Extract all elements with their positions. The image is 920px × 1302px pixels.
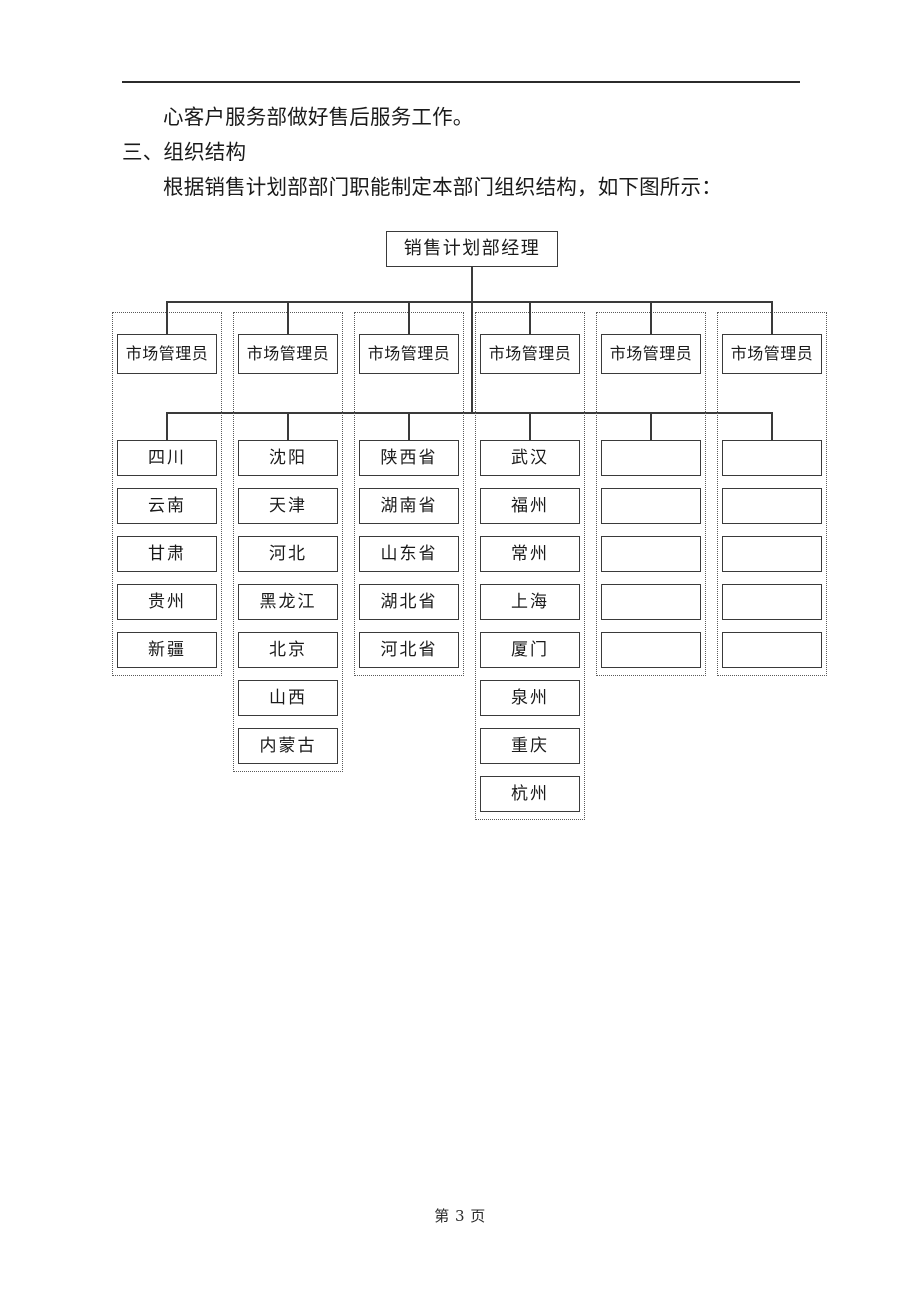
org-node-region-5-5[interactable]: [601, 632, 701, 668]
connector-drop-leaf-4: [529, 412, 531, 440]
org-node-manager-1[interactable]: 市场管理员: [117, 334, 217, 374]
org-node-region-6-2[interactable]: [722, 488, 822, 524]
connector-drop-manager-5: [650, 301, 652, 334]
org-node-region-3-1[interactable]: 陕西省: [359, 440, 459, 476]
connector-bus-level1: [167, 301, 772, 303]
org-node-root[interactable]: 销售计划部经理: [386, 231, 558, 267]
org-node-region-6-4[interactable]: [722, 584, 822, 620]
org-node-region-2-5[interactable]: 北京: [238, 632, 338, 668]
org-node-region-2-1[interactable]: 沈阳: [238, 440, 338, 476]
org-node-region-5-4[interactable]: [601, 584, 701, 620]
org-node-region-4-2[interactable]: 福州: [480, 488, 580, 524]
org-node-region-1-2[interactable]: 云南: [117, 488, 217, 524]
org-node-region-4-3[interactable]: 常州: [480, 536, 580, 572]
org-node-region-3-5[interactable]: 河北省: [359, 632, 459, 668]
org-node-region-5-3[interactable]: [601, 536, 701, 572]
org-node-region-6-5[interactable]: [722, 632, 822, 668]
org-node-manager-2[interactable]: 市场管理员: [238, 334, 338, 374]
org-node-region-4-8[interactable]: 杭州: [480, 776, 580, 812]
connector-drop-manager-1: [166, 301, 168, 334]
org-node-region-5-2[interactable]: [601, 488, 701, 524]
page-number-footer: 第 3 页: [434, 1207, 486, 1225]
org-node-region-6-1[interactable]: [722, 440, 822, 476]
org-node-region-2-3[interactable]: 河北: [238, 536, 338, 572]
connector-drop-leaf-6: [771, 412, 773, 440]
org-node-region-4-1[interactable]: 武汉: [480, 440, 580, 476]
org-node-region-3-2[interactable]: 湖南省: [359, 488, 459, 524]
org-node-region-2-7[interactable]: 内蒙古: [238, 728, 338, 764]
organization-chart: 销售计划部经理市场管理员四川云南甘肃贵州新疆 市场管理员沈阳天津河北黑龙江北京山西…: [0, 0, 920, 860]
org-node-manager-4[interactable]: 市场管理员: [480, 334, 580, 374]
org-node-region-5-1[interactable]: [601, 440, 701, 476]
org-node-region-3-4[interactable]: 湖北省: [359, 584, 459, 620]
org-node-region-4-6[interactable]: 泉州: [480, 680, 580, 716]
org-node-region-3-3[interactable]: 山东省: [359, 536, 459, 572]
org-node-manager-5[interactable]: 市场管理员: [601, 334, 701, 374]
connector-drop-manager-6: [771, 301, 773, 334]
org-node-region-6-3[interactable]: [722, 536, 822, 572]
connector-drop-leaf-3: [408, 412, 410, 440]
org-node-region-2-2[interactable]: 天津: [238, 488, 338, 524]
org-node-region-1-5[interactable]: 新疆: [117, 632, 217, 668]
org-node-manager-6[interactable]: 市场管理员: [722, 334, 822, 374]
connector-root-stem: [471, 267, 473, 412]
connector-drop-manager-4: [529, 301, 531, 334]
org-node-region-1-3[interactable]: 甘肃: [117, 536, 217, 572]
org-node-manager-3[interactable]: 市场管理员: [359, 334, 459, 374]
org-node-region-4-7[interactable]: 重庆: [480, 728, 580, 764]
connector-drop-leaf-5: [650, 412, 652, 440]
connector-drop-manager-3: [408, 301, 410, 334]
org-node-region-2-6[interactable]: 山西: [238, 680, 338, 716]
org-node-region-4-5[interactable]: 厦门: [480, 632, 580, 668]
org-node-region-2-4[interactable]: 黑龙江: [238, 584, 338, 620]
connector-drop-leaf-2: [287, 412, 289, 440]
org-node-region-4-4[interactable]: 上海: [480, 584, 580, 620]
connector-drop-manager-2: [287, 301, 289, 334]
connector-drop-leaf-1: [166, 412, 168, 440]
org-node-region-1-4[interactable]: 贵州: [117, 584, 217, 620]
org-node-region-1-1[interactable]: 四川: [117, 440, 217, 476]
